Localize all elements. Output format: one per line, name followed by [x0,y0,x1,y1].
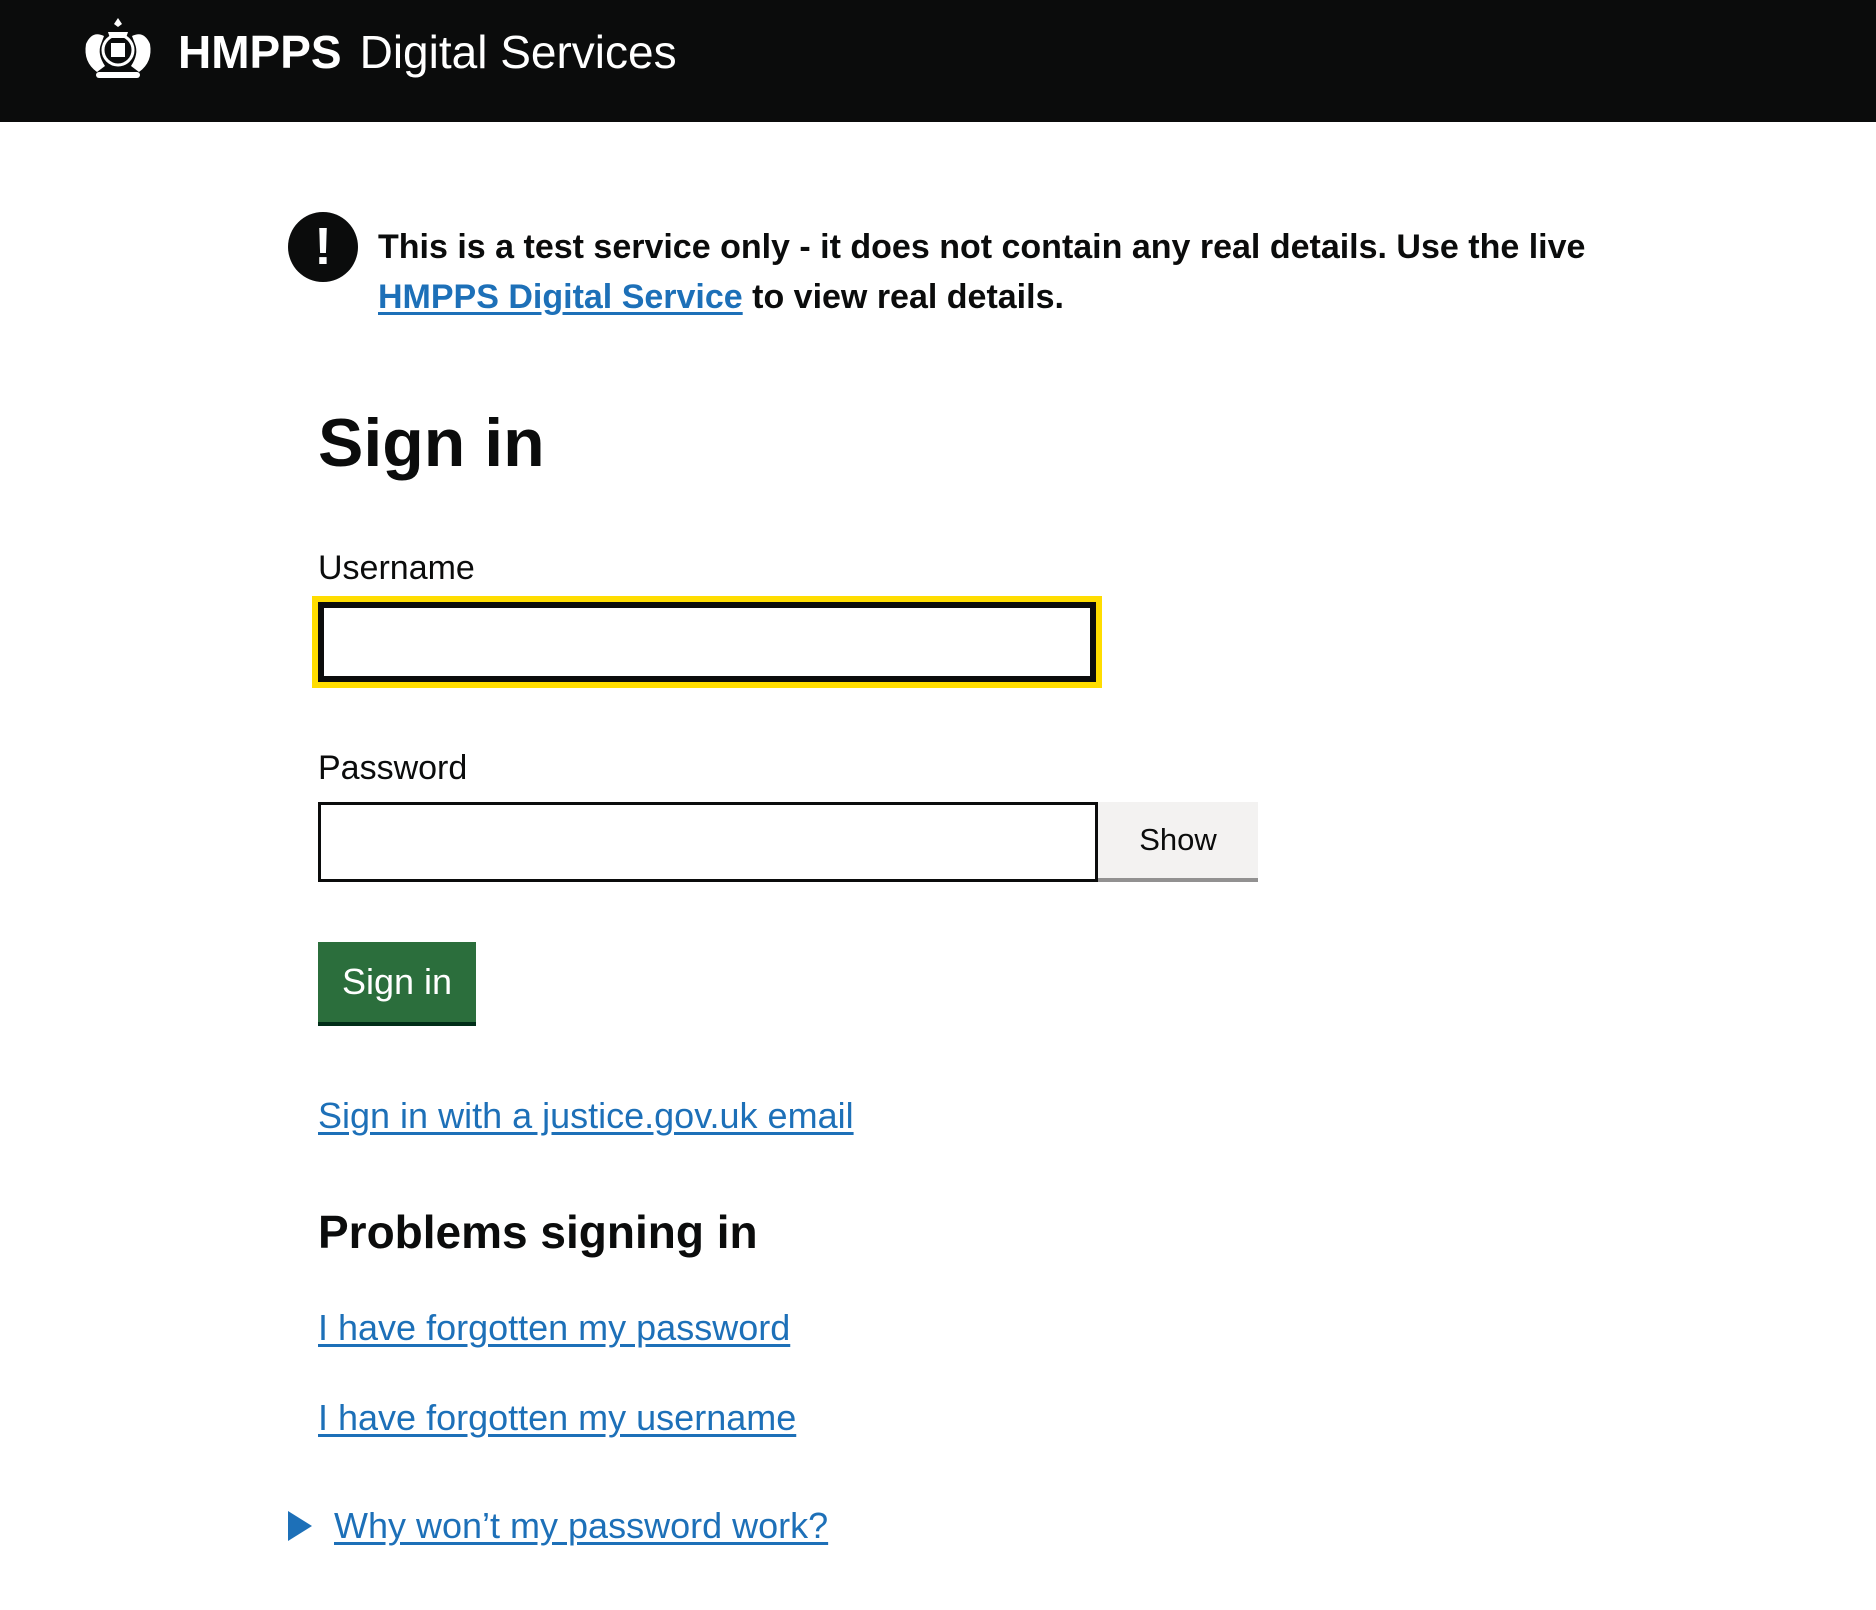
service-title: Digital Services [359,26,677,78]
sign-in-button[interactable]: Sign in [318,942,476,1022]
triangle-right-icon[interactable] [288,1511,312,1541]
password-help-details[interactable]: Why won’t my password work? [288,1504,828,1548]
justice-email-signin-link[interactable]: Sign in with a justice.gov.uk email [318,1094,854,1138]
service-name[interactable]: HMPPS Digital Services [178,24,677,80]
warning-text-start: This is a test service only - it does no… [378,228,1586,266]
site-header: HMPPS Digital Services [0,0,1876,122]
show-password-button[interactable]: Show [1098,802,1258,882]
password-help-summary[interactable]: Why won’t my password work? [334,1505,828,1546]
exclamation-icon: ! [288,212,358,282]
username-label: Username [318,549,475,587]
page-title: Sign in [318,405,545,481]
password-input[interactable] [318,802,1098,882]
warning-text-end: to view real details. [742,278,1064,316]
royal-crest-icon [85,18,151,78]
warning-text: This is a test service only - it does no… [378,222,1598,322]
forgot-username-link[interactable]: I have forgotten my username [318,1396,796,1440]
hmpps-digital-service-link[interactable]: HMPPS Digital Service [378,278,743,316]
password-label: Password [318,749,468,787]
username-input[interactable] [318,602,1096,682]
forgot-password-link[interactable]: I have forgotten my password [318,1306,790,1350]
org-name: HMPPS [178,26,342,78]
problems-heading: Problems signing in [318,1206,758,1258]
